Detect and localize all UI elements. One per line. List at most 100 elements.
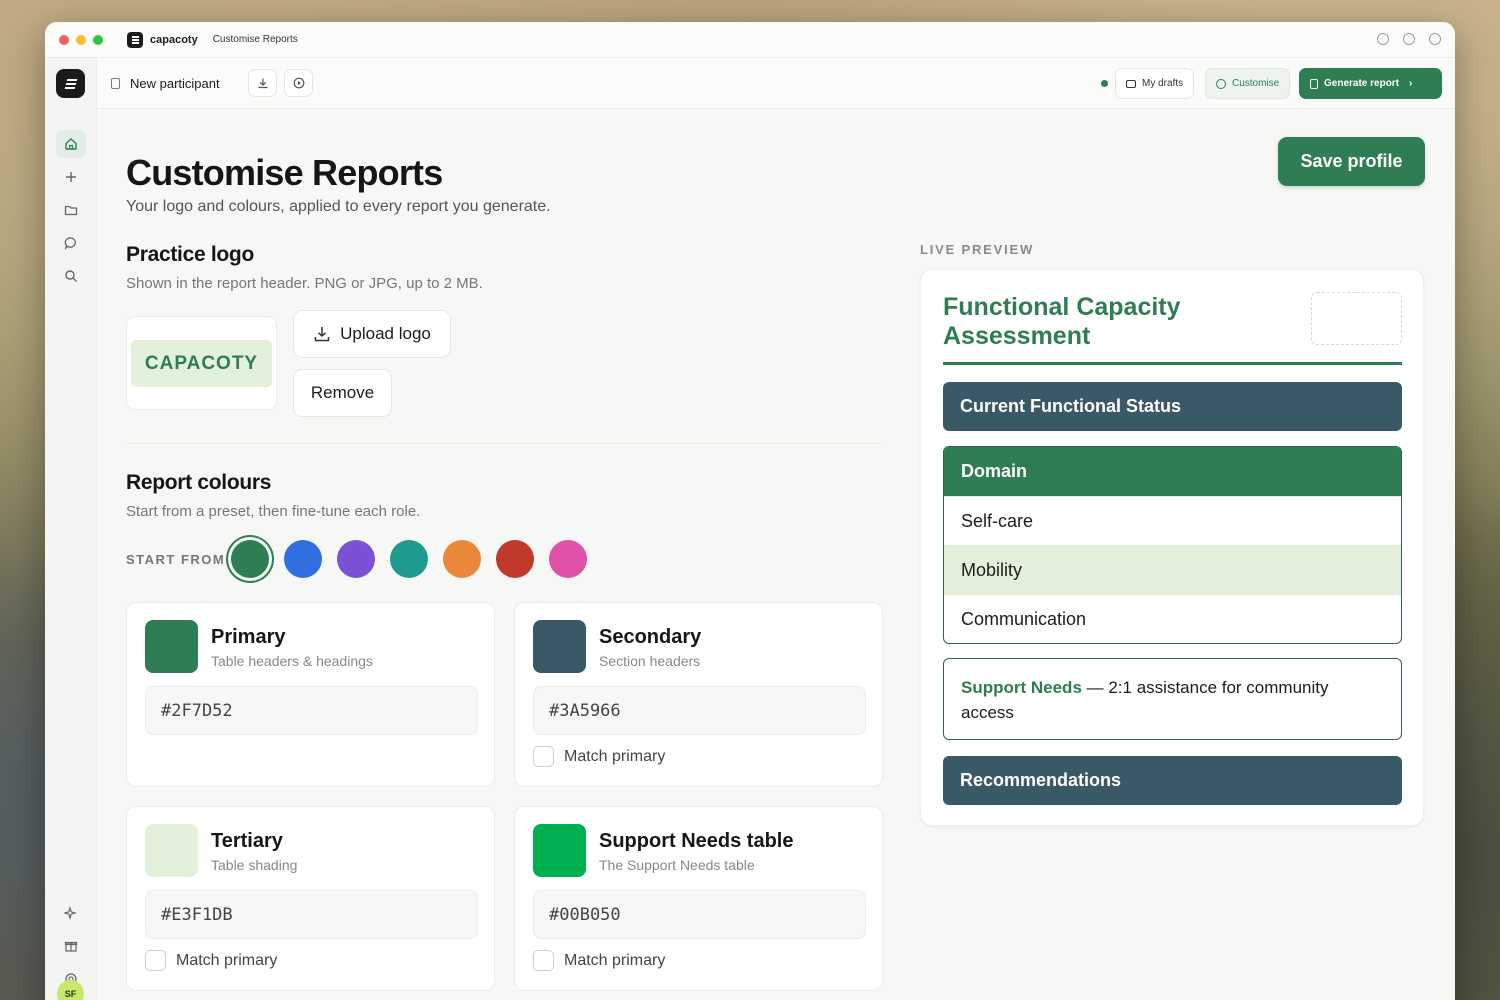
preset-swatch[interactable] <box>549 540 587 578</box>
my-drafts-button[interactable]: My drafts <box>1115 68 1195 99</box>
play-button[interactable] <box>284 69 313 97</box>
app-name: capacoty <box>150 33 198 46</box>
support-needs-match-checkbox[interactable] <box>533 950 554 971</box>
download-button[interactable] <box>248 69 277 97</box>
upload-logo-button[interactable]: Upload logo <box>293 310 451 358</box>
help-icon[interactable] <box>1403 33 1415 45</box>
zoom-window-button[interactable] <box>93 34 103 45</box>
customise-button[interactable]: Customise <box>1205 68 1291 99</box>
plus-icon[interactable] <box>56 163 86 191</box>
secondary-match-label: Match primary <box>564 747 666 765</box>
title-bar: capacoty Customise Reports <box>45 22 1455 58</box>
main-content: Customise Reports Your logo and colours,… <box>97 110 1455 1000</box>
preview-table-row: Self-care <box>944 496 1401 545</box>
download-icon <box>258 78 267 89</box>
support-needs-match-label: Match primary <box>564 951 666 969</box>
customise-label: Customise <box>1232 78 1280 89</box>
user-avatar[interactable]: SF <box>57 980 84 1000</box>
upload-icon <box>314 327 330 342</box>
tertiary-hex-input[interactable]: #E3F1DB <box>145 890 478 939</box>
remove-logo-button[interactable]: Remove <box>293 369 392 417</box>
primary-hex-input[interactable]: #2F7D52 <box>145 686 478 735</box>
upload-logo-label: Upload logo <box>340 324 431 343</box>
home-icon[interactable] <box>56 130 86 158</box>
tertiary-match-primary[interactable]: Match primary <box>145 950 277 971</box>
secondary-match-checkbox[interactable] <box>533 746 554 767</box>
preset-swatch[interactable] <box>443 540 481 578</box>
my-drafts-label: My drafts <box>1142 78 1184 89</box>
document-title[interactable]: New participant <box>130 76 220 91</box>
preview-section-header: Recommendations <box>943 756 1402 805</box>
generate-report-label: Generate report <box>1324 78 1400 89</box>
preset-swatch[interactable] <box>231 540 269 578</box>
report-colours-subtitle: Start from a preset, then fine-tune each… <box>126 503 421 520</box>
support-needs-hex-input[interactable]: #00B050 <box>533 890 866 939</box>
folder-icon[interactable] <box>56 196 86 224</box>
preview-table-header: Domain <box>944 447 1401 496</box>
preset-swatch[interactable] <box>390 540 428 578</box>
minimize-window-button[interactable] <box>76 34 86 45</box>
primary-colour-chip[interactable] <box>145 620 198 673</box>
tertiary-colour-title: Tertiary <box>211 830 283 852</box>
support-needs-colour-card: Support Needs table The Support Needs ta… <box>514 806 883 991</box>
practice-logo-subtitle: Shown in the report header. PNG or JPG, … <box>126 275 483 292</box>
section-divider <box>126 443 882 444</box>
generate-report-button[interactable]: Generate report › <box>1299 68 1442 99</box>
top-toolbar: New participant My drafts Customise Gene… <box>97 58 1455 109</box>
tertiary-colour-chip[interactable] <box>145 824 198 877</box>
preview-section-header: Current Functional Status <box>943 382 1402 431</box>
preview-support-needs-box: Support Needs — 2:1 assistance for commu… <box>943 658 1402 740</box>
preview-report-title: Functional Capacity Assessment <box>943 293 1181 350</box>
secondary-colour-title: Secondary <box>599 626 702 648</box>
preview-table-row: Communication <box>944 594 1401 643</box>
primary-colour-title: Primary <box>211 626 286 648</box>
page-subtitle: Your logo and colours, applied to every … <box>126 198 551 215</box>
status-dot <box>1101 80 1108 87</box>
support-needs-colour-subtitle: The Support Needs table <box>599 857 755 873</box>
practice-logo-heading: Practice logo <box>126 243 254 266</box>
tertiary-colour-card: Tertiary Table shading #E3F1DB Match pri… <box>126 806 495 991</box>
support-needs-colour-chip[interactable] <box>533 824 586 877</box>
document-icon <box>1310 78 1318 89</box>
preview-logo-placeholder <box>1311 292 1402 345</box>
live-preview-label: LIVE PREVIEW <box>920 242 1035 257</box>
search-icon[interactable] <box>56 262 86 290</box>
search-icon[interactable] <box>1377 33 1389 45</box>
folder-icon <box>1126 79 1136 88</box>
practice-logo: CAPACOTY <box>131 340 272 387</box>
secondary-colour-chip[interactable] <box>533 620 586 673</box>
preview-title-rule <box>943 362 1402 365</box>
support-needs-match-primary[interactable]: Match primary <box>533 950 665 971</box>
app-window: capacoty Customise Reports SF New partic… <box>45 22 1455 1000</box>
secondary-colour-subtitle: Section headers <box>599 653 701 669</box>
save-profile-button[interactable]: Save profile <box>1278 137 1425 186</box>
chat-icon[interactable] <box>56 229 86 257</box>
preset-swatch[interactable] <box>337 540 375 578</box>
preview-table-row: Mobility <box>944 545 1401 594</box>
preset-swatch[interactable] <box>496 540 534 578</box>
sparkle-icon[interactable] <box>56 899 86 927</box>
tertiary-colour-subtitle: Table shading <box>211 857 298 873</box>
primary-colour-card: Primary Table headers & headings #2F7D52 <box>126 602 495 787</box>
tertiary-match-checkbox[interactable] <box>145 950 166 971</box>
gift-icon[interactable] <box>56 932 86 960</box>
close-window-button[interactable] <box>59 34 69 45</box>
page-title: Customise Reports <box>126 152 443 193</box>
preview-support-label: Support Needs <box>961 678 1082 697</box>
start-from-label: START FROM <box>126 552 226 567</box>
window-controls <box>59 34 103 45</box>
chevron-right-icon: › <box>1409 78 1413 89</box>
preview-domain-table: Domain Self-care Mobility Communication <box>943 446 1402 644</box>
support-needs-colour-title: Support Needs table <box>599 830 794 852</box>
settings-gear-icon[interactable] <box>1429 33 1441 45</box>
tertiary-match-label: Match primary <box>176 951 278 969</box>
sidebar-logo-icon[interactable] <box>56 69 85 98</box>
document-icon <box>111 78 120 89</box>
logo-preview-card: CAPACOTY <box>126 316 277 410</box>
secondary-hex-input[interactable]: #3A5966 <box>533 686 866 735</box>
secondary-match-primary[interactable]: Match primary <box>533 746 665 767</box>
window-page-name: Customise Reports <box>212 34 298 45</box>
preset-swatch[interactable] <box>284 540 322 578</box>
app-logo-icon <box>127 31 143 48</box>
sidebar: SF <box>45 58 97 1000</box>
